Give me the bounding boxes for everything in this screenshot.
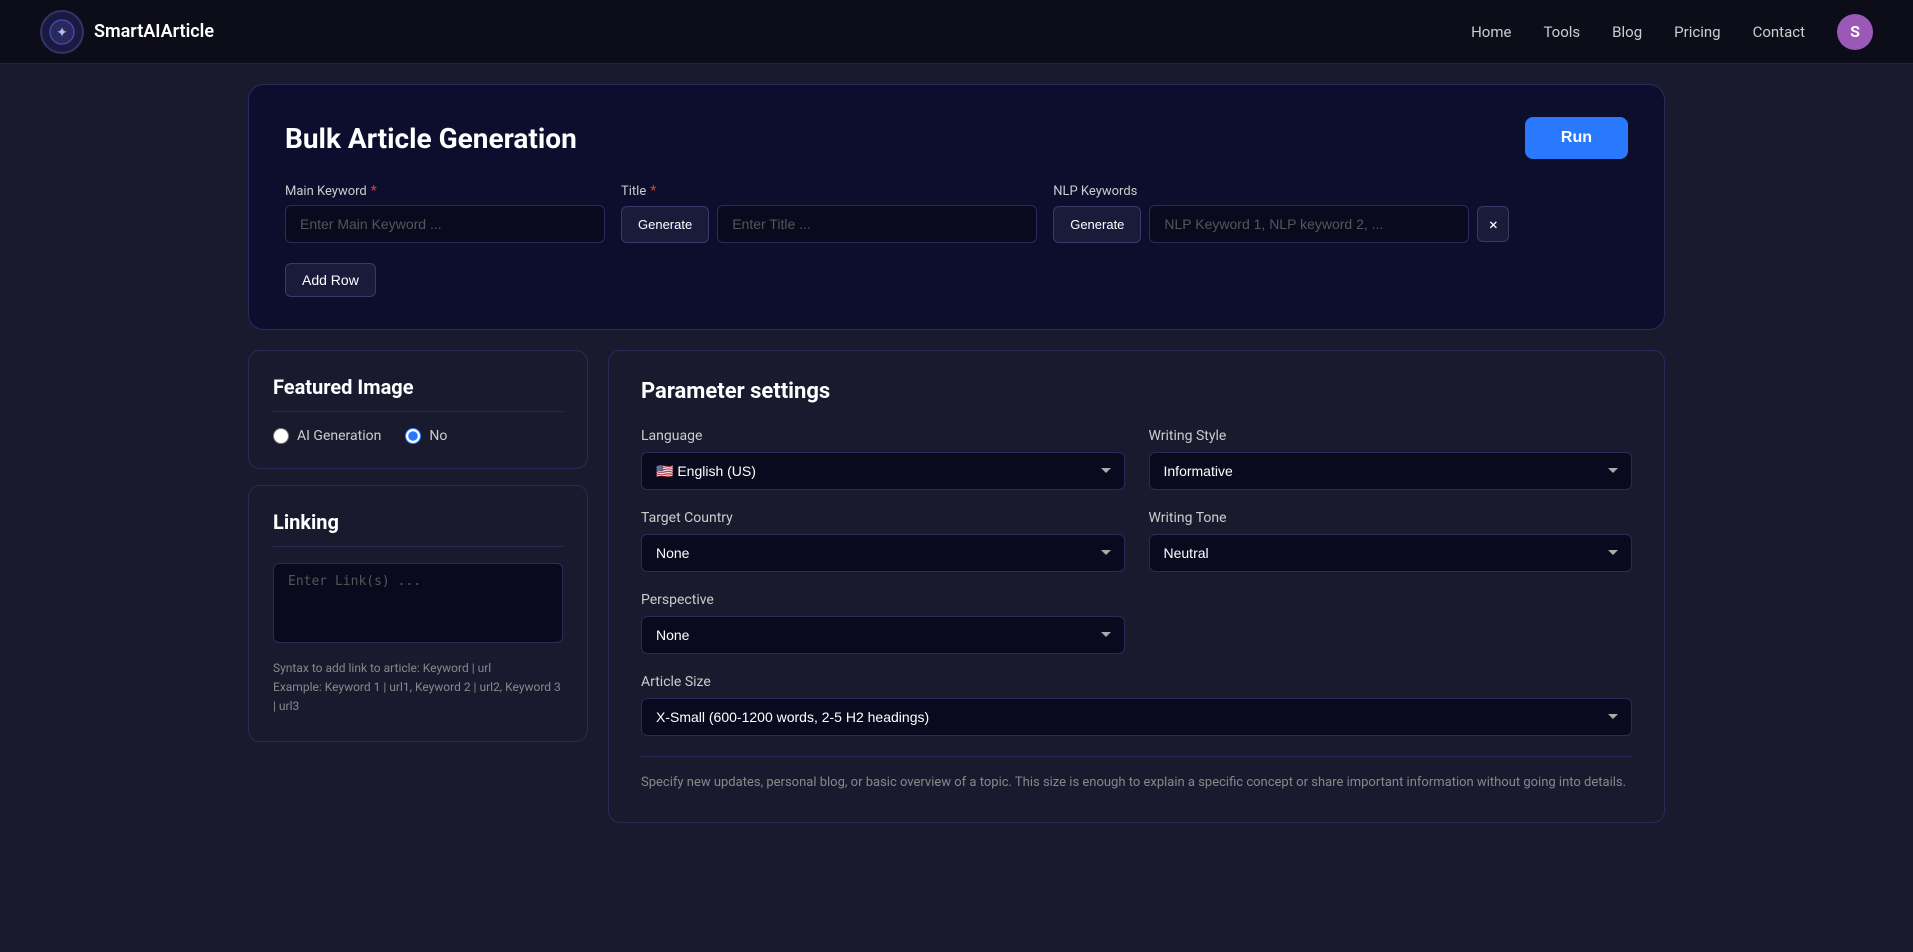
nlp-keywords-label: NLP Keywords — [1053, 184, 1509, 199]
param-settings-title: Parameter settings — [641, 379, 1632, 404]
writing-tone-label: Writing Tone — [1149, 510, 1633, 526]
linking-title: Linking — [273, 510, 563, 547]
bulk-article-card: Bulk Article Generation Run Main Keyword… — [248, 84, 1665, 330]
article-size-label: Article Size — [641, 674, 1632, 690]
writing-style-select[interactable]: Informative — [1149, 452, 1633, 490]
nav-pricing[interactable]: Pricing — [1674, 23, 1720, 41]
linking-card: Linking Syntax to add link to article: K… — [248, 485, 588, 742]
linking-textarea[interactable] — [273, 563, 563, 643]
left-column: Featured Image AI Generation No Linking — [248, 350, 588, 823]
nav-contact[interactable]: Contact — [1753, 23, 1805, 41]
language-select[interactable]: 🇺🇸 English (US) — [641, 452, 1125, 490]
writing-style-label: Writing Style — [1149, 428, 1633, 444]
perspective-select[interactable]: None — [641, 616, 1125, 654]
brand-logo-icon: ✦ — [48, 18, 76, 46]
bulk-header: Bulk Article Generation Run — [285, 117, 1628, 159]
radio-ai-generation-input[interactable] — [273, 428, 289, 444]
language-label: Language — [641, 428, 1125, 444]
nlp-input-group: Generate × — [1053, 205, 1509, 243]
perspective-field: Perspective None — [641, 592, 1125, 654]
nav-blog[interactable]: Blog — [1612, 23, 1642, 41]
writing-tone-select[interactable]: Neutral — [1149, 534, 1633, 572]
navbar: ✦ SmartAIArticle Home Tools Blog Pricing… — [0, 0, 1913, 64]
param-grid: Language 🇺🇸 English (US) Writing Style I… — [641, 428, 1632, 736]
syntax-note: Syntax to add link to article: Keyword |… — [273, 659, 563, 717]
user-avatar[interactable]: S — [1837, 14, 1873, 50]
main-keyword-input[interactable] — [285, 205, 605, 243]
bulk-title: Bulk Article Generation — [285, 122, 577, 155]
title-input[interactable] — [717, 205, 1037, 243]
run-button[interactable]: Run — [1525, 117, 1628, 159]
title-required: * — [650, 183, 656, 199]
navbar-links: Home Tools Blog Pricing Contact S — [1471, 14, 1873, 50]
radio-no-input[interactable] — [405, 428, 421, 444]
nav-tools[interactable]: Tools — [1543, 23, 1580, 41]
radio-no[interactable]: No — [405, 428, 447, 444]
nlp-clear-button[interactable]: × — [1477, 206, 1509, 242]
title-generate-button[interactable]: Generate — [621, 206, 709, 243]
svg-text:✦: ✦ — [56, 25, 68, 41]
nav-home[interactable]: Home — [1471, 23, 1511, 41]
radio-ai-generation[interactable]: AI Generation — [273, 428, 381, 444]
add-row-button[interactable]: Add Row — [285, 263, 376, 297]
brand-name: SmartAIArticle — [94, 21, 214, 42]
brand-logo: ✦ — [40, 10, 84, 54]
language-field: Language 🇺🇸 English (US) — [641, 428, 1125, 490]
brand: ✦ SmartAIArticle — [40, 10, 214, 54]
featured-image-card: Featured Image AI Generation No — [248, 350, 588, 469]
nlp-input[interactable] — [1149, 205, 1469, 243]
nlp-generate-button[interactable]: Generate — [1053, 206, 1141, 243]
perspective-label: Perspective — [641, 592, 1125, 608]
target-country-label: Target Country — [641, 510, 1125, 526]
main-keyword-field: Main Keyword * — [285, 183, 605, 243]
featured-image-options: AI Generation No — [273, 428, 563, 444]
writing-style-field: Writing Style Informative — [1149, 428, 1633, 490]
target-country-select[interactable]: None — [641, 534, 1125, 572]
article-size-select[interactable]: X-Small (600-1200 words, 2-5 H2 headings… — [641, 698, 1632, 736]
writing-tone-field: Writing Tone Neutral — [1149, 510, 1633, 572]
title-label: Title * — [621, 183, 1037, 199]
bottom-row: Featured Image AI Generation No Linking — [248, 350, 1665, 823]
article-size-field: Article Size X-Small (600-1200 words, 2-… — [641, 674, 1632, 736]
title-field: Title * Generate — [621, 183, 1037, 243]
title-input-group: Generate — [621, 205, 1037, 243]
nlp-keywords-field: NLP Keywords Generate × — [1053, 184, 1509, 243]
main-keyword-required: * — [371, 183, 377, 199]
article-size-note: Specify new updates, personal blog, or b… — [641, 756, 1632, 794]
main-keyword-label: Main Keyword * — [285, 183, 605, 199]
fields-row: Main Keyword * Title * Generate — [285, 183, 1628, 243]
parameter-settings-card: Parameter settings Language 🇺🇸 English (… — [608, 350, 1665, 823]
featured-image-title: Featured Image — [273, 375, 563, 412]
main-content: Bulk Article Generation Run Main Keyword… — [0, 64, 1913, 843]
target-country-field: Target Country None — [641, 510, 1125, 572]
